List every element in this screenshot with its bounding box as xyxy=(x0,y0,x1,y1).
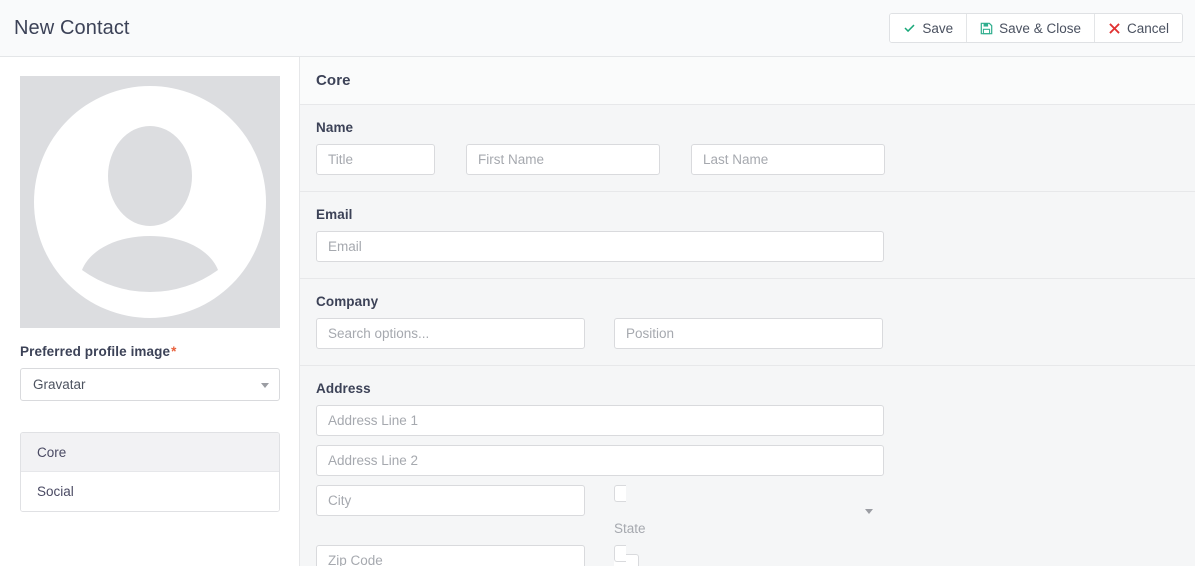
title-input[interactable] xyxy=(316,144,435,175)
app-header: New Contact Save Save & Close Cancel xyxy=(0,0,1195,57)
email-fields-row xyxy=(316,231,1179,262)
check-icon xyxy=(903,22,916,35)
email-input[interactable] xyxy=(316,231,884,262)
state-select[interactable]: State xyxy=(614,485,883,566)
preferred-profile-image-label: Preferred profile image* xyxy=(20,344,279,359)
address-line-2-row xyxy=(316,445,1179,476)
address-line-2-input[interactable] xyxy=(316,445,884,476)
save-button-label: Save xyxy=(922,20,954,36)
cancel-button-label: Cancel xyxy=(1126,20,1169,36)
city-input[interactable] xyxy=(316,485,585,516)
first-name-input[interactable] xyxy=(466,144,660,175)
sidebar-item-core[interactable]: Core xyxy=(21,433,279,472)
profile-image-select-value: Gravatar xyxy=(33,377,86,392)
section-name-label: Name xyxy=(316,120,354,135)
company-fields-row xyxy=(316,318,1179,349)
section-address-label: Address xyxy=(316,381,371,396)
sidebar-nav: Core Social xyxy=(20,432,280,512)
address-line-1-row xyxy=(316,405,1179,436)
required-asterisk: * xyxy=(171,344,177,359)
section-email: Email xyxy=(300,192,1195,279)
page-title: New Contact xyxy=(14,16,130,39)
preferred-profile-image-text: Preferred profile image xyxy=(20,344,171,359)
section-company-label: Company xyxy=(316,294,379,309)
main-panel: Core Name Email Company xyxy=(300,57,1195,566)
header-toolbar: Save Save & Close Cancel xyxy=(889,13,1183,43)
cancel-button[interactable]: Cancel xyxy=(1094,14,1182,42)
avatar[interactable] xyxy=(20,76,280,328)
zip-country-row: Country xyxy=(316,545,1179,566)
page-body: Preferred profile image* Gravatar Core S… xyxy=(0,57,1195,566)
chevron-down-icon xyxy=(261,382,269,388)
zip-code-input[interactable] xyxy=(316,545,585,566)
floppy-disk-icon xyxy=(980,22,993,35)
section-address: Address State Co xyxy=(300,366,1195,566)
company-search-input[interactable] xyxy=(316,318,585,349)
panel-title: Core xyxy=(316,72,351,89)
panel-header: Core xyxy=(300,57,1195,105)
sidebar-item-core-label: Core xyxy=(37,444,67,460)
save-button[interactable]: Save xyxy=(890,14,968,42)
section-name: Name xyxy=(300,105,1195,192)
sidebar-item-social-label: Social xyxy=(37,484,74,499)
name-fields-row xyxy=(316,144,1179,175)
city-state-row: State xyxy=(316,485,1179,566)
save-and-close-button-label: Save & Close xyxy=(999,20,1081,36)
country-select[interactable]: Country xyxy=(614,545,883,566)
save-and-close-button[interactable]: Save & Close xyxy=(967,14,1095,42)
last-name-input[interactable] xyxy=(691,144,885,175)
sidebar: Preferred profile image* Gravatar Core S… xyxy=(0,57,300,566)
section-company: Company xyxy=(300,279,1195,366)
sidebar-item-social[interactable]: Social xyxy=(21,472,279,511)
user-avatar-placeholder-icon xyxy=(34,86,266,318)
section-email-label: Email xyxy=(316,207,353,222)
profile-image-select[interactable]: Gravatar xyxy=(20,368,280,401)
position-input[interactable] xyxy=(614,318,883,349)
close-x-icon xyxy=(1108,22,1121,35)
address-line-1-input[interactable] xyxy=(316,405,884,436)
